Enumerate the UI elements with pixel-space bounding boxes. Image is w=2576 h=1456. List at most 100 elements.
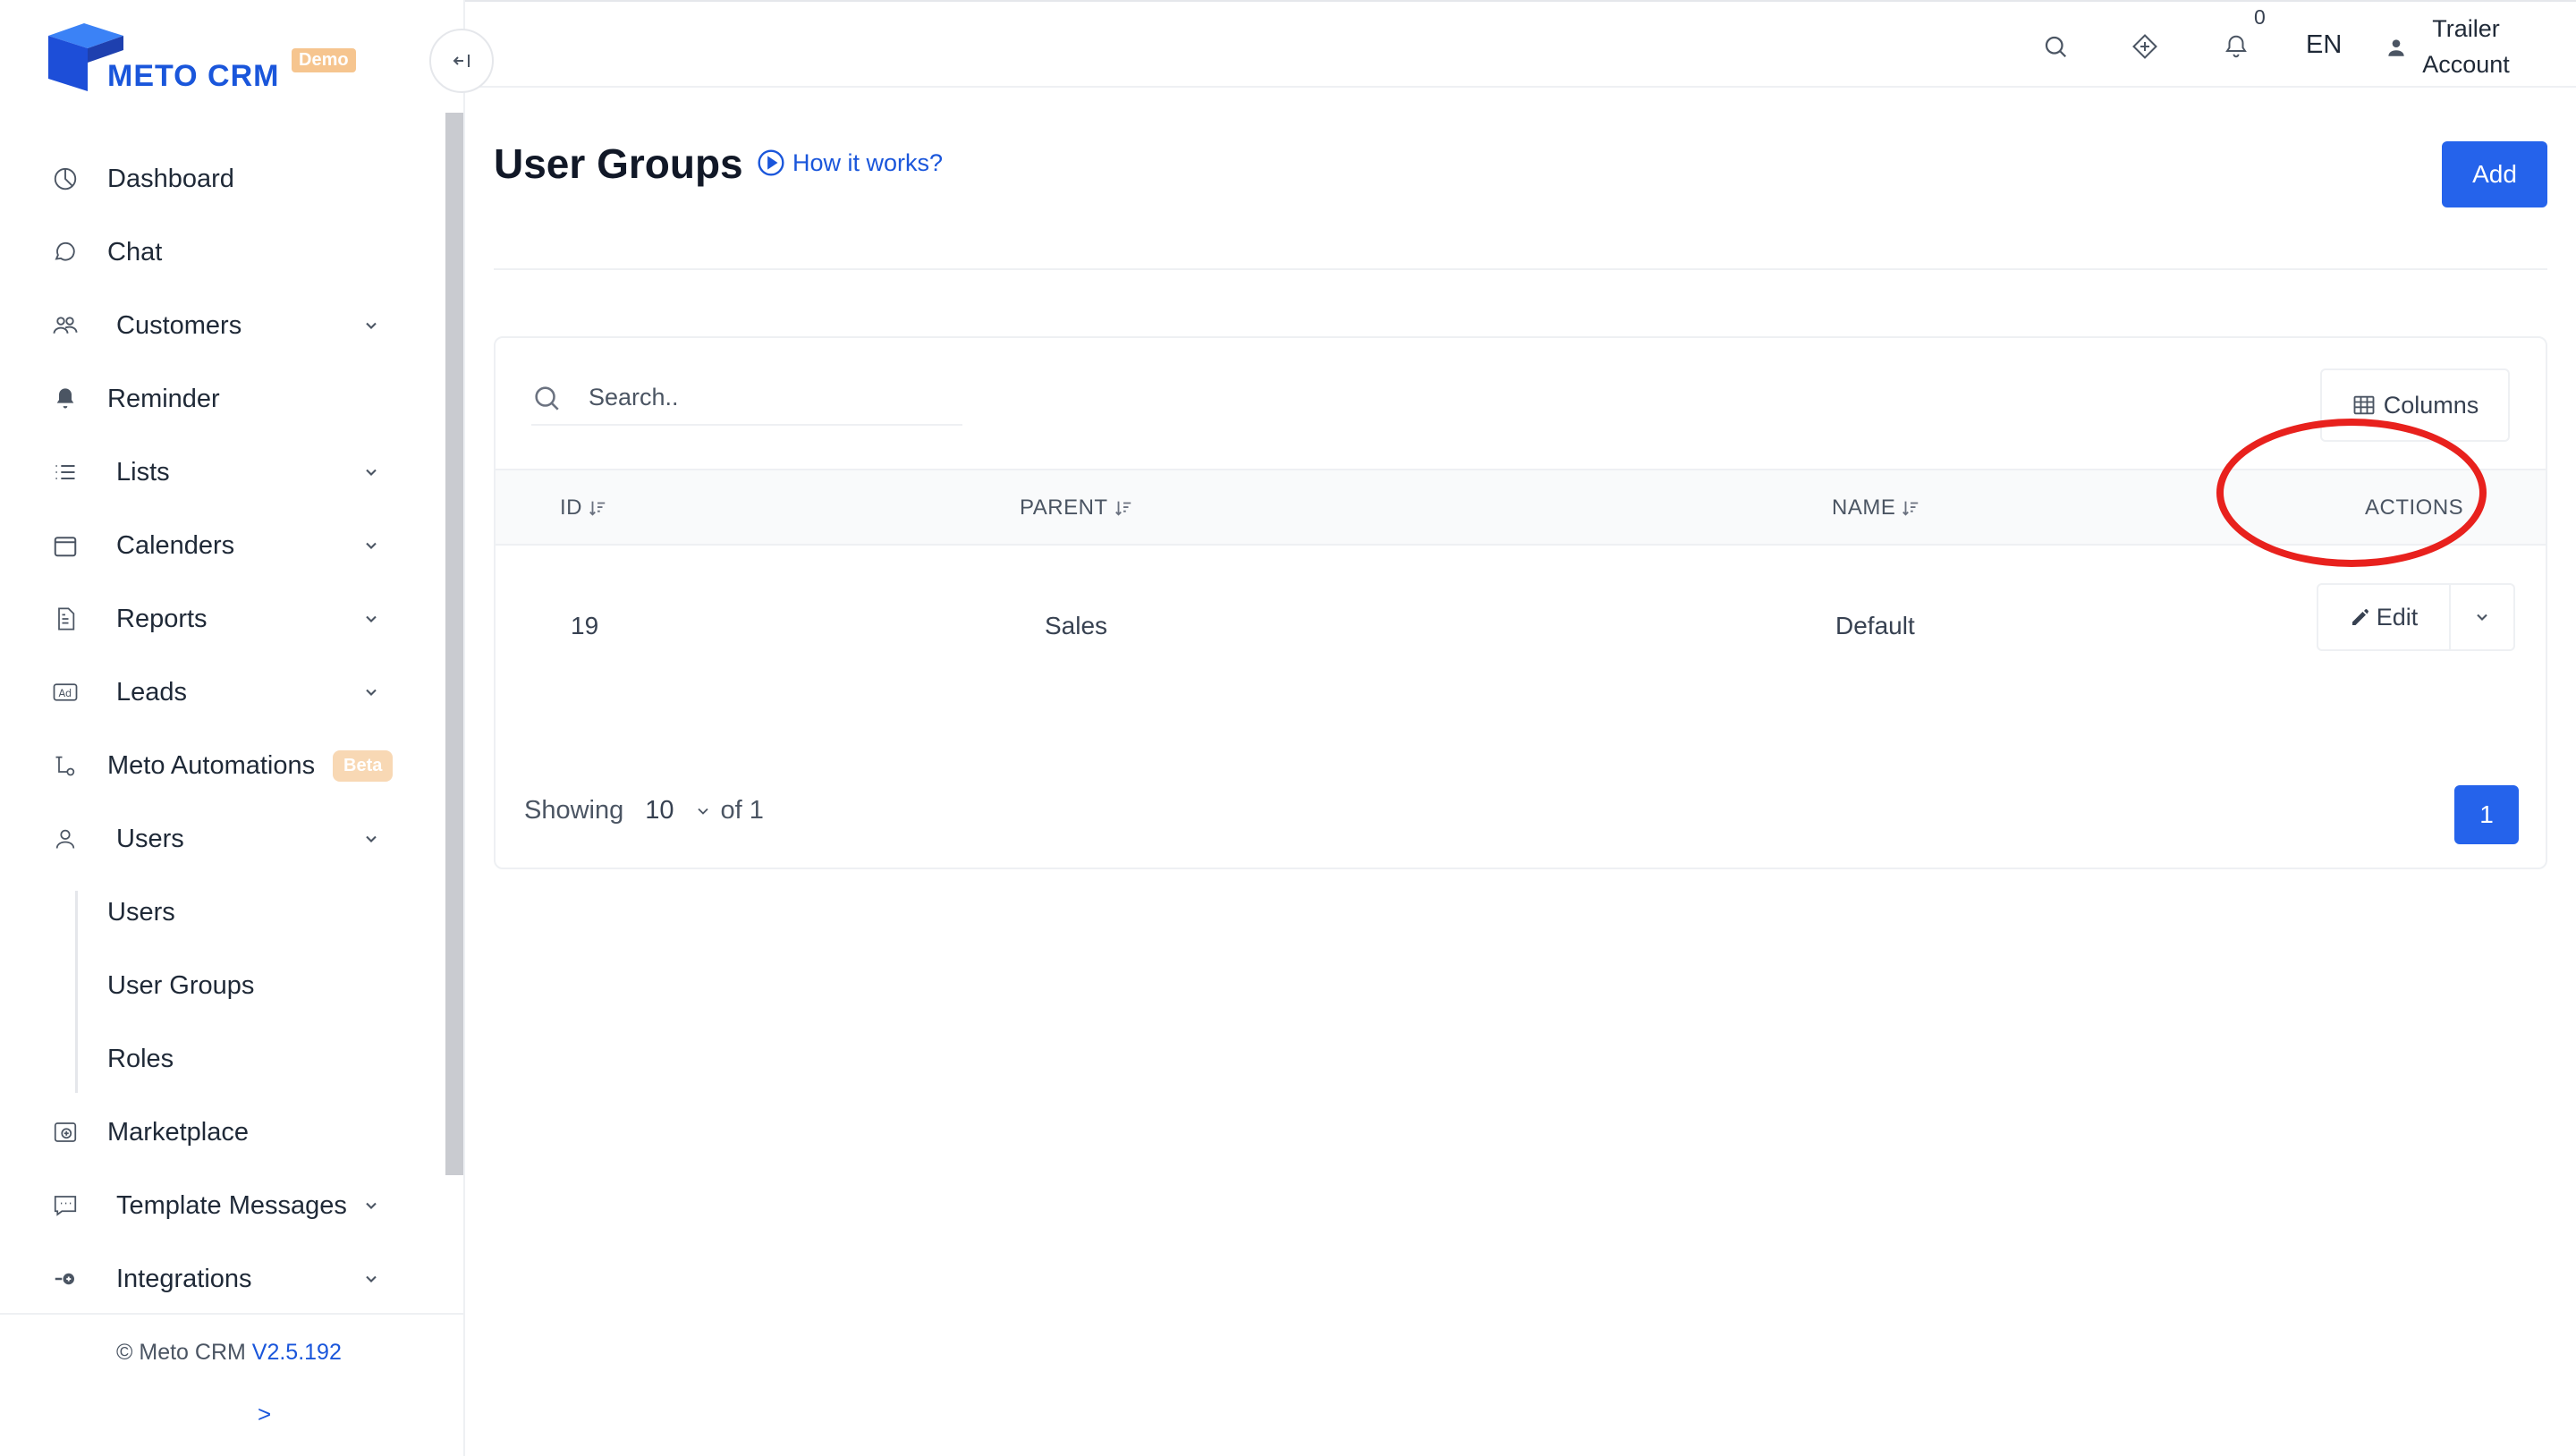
chevron-down-icon: [358, 1192, 385, 1219]
pencil-icon: [2351, 609, 2368, 625]
page-size-select[interactable]: 10: [645, 796, 674, 825]
sidebar-item-leads[interactable]: Ad Leads: [0, 665, 420, 719]
sidebar-item-label: Reminder: [107, 384, 220, 413]
marketplace-icon: [50, 1117, 80, 1147]
sidebar-expand-button[interactable]: >: [258, 1401, 271, 1428]
sidebar-item-label: Lists: [116, 457, 170, 487]
page-title: User Groups: [494, 140, 743, 187]
sidebar-item-marketplace[interactable]: Marketplace: [0, 1105, 420, 1159]
sidebar-item-label: Chat: [107, 237, 163, 267]
sidebar-item-lists[interactable]: Lists: [0, 445, 420, 499]
sidebar-item-label: Roles: [107, 1044, 174, 1073]
chevron-down-icon: [2477, 614, 2487, 621]
brand-name: METO CRM: [107, 59, 280, 93]
integration-diamond-icon[interactable]: [2127, 29, 2163, 64]
pagination-page-button[interactable]: 1: [2454, 785, 2519, 844]
calendar-icon: [50, 530, 80, 561]
search-icon: [535, 386, 559, 411]
sidebar-collapse-button[interactable]: [429, 29, 494, 93]
sidebar: METO CRM Demo Dashboard Chat Customers R…: [0, 0, 465, 1456]
header-divider: [494, 268, 2547, 270]
ad-icon: Ad: [50, 677, 80, 707]
sidebar-item-users[interactable]: Users: [0, 812, 420, 866]
sidebar-item-label: User Groups: [107, 970, 255, 1000]
sidebar-item-dashboard[interactable]: Dashboard: [0, 152, 420, 206]
column-header-label: ACTIONS: [2365, 495, 2464, 520]
sidebar-item-integrations[interactable]: Integrations: [0, 1252, 420, 1306]
actions-dropdown-toggle[interactable]: [2451, 585, 2513, 649]
sidebar-item-reports[interactable]: Reports: [0, 592, 420, 646]
search-icon[interactable]: [2038, 29, 2073, 64]
add-button[interactable]: Add: [2442, 141, 2547, 207]
chevron-down-icon: [358, 532, 385, 559]
sidebar-subitem-roles[interactable]: Roles: [0, 1032, 420, 1086]
sort-icon: [589, 501, 606, 516]
sort-icon: [1114, 501, 1131, 516]
table-footer: Showing 10 of 1 1: [496, 785, 2546, 848]
sidebar-item-reminder[interactable]: Reminder: [0, 372, 420, 426]
customers-icon: [50, 310, 80, 341]
sidebar-item-label: Meto Automations: [107, 750, 316, 780]
how-it-works-link[interactable]: How it works?: [757, 148, 943, 177]
sidebar-item-label: Users: [107, 897, 175, 927]
table-header: ID PARENT NAME ACTIONS: [496, 469, 2546, 546]
language-switcher[interactable]: EN: [2306, 30, 2342, 60]
bell-icon: [50, 384, 80, 414]
column-header-name[interactable]: NAME: [1832, 495, 1920, 521]
account-menu[interactable]: Trailer Account: [2385, 11, 2572, 82]
user-groups-table-card: Columns ID PARENT NAME ACTIONS 19 Sales …: [494, 336, 2547, 869]
sidebar-item-automations[interactable]: Meto Automations Beta: [0, 739, 420, 792]
dashboard-icon: [50, 164, 80, 194]
column-header-parent[interactable]: PARENT: [1020, 495, 1133, 521]
main-content: User Groups How it works? Add Columns ID…: [465, 89, 2576, 1456]
chevron-down-icon: [358, 679, 385, 706]
sidebar-subitem-users[interactable]: Users: [0, 885, 420, 939]
column-header-id[interactable]: ID: [560, 495, 607, 521]
sidebar-item-template-messages[interactable]: Template Messages: [0, 1179, 420, 1232]
account-name: Trailer Account: [2417, 11, 2515, 82]
user-icon: [50, 824, 80, 854]
account-name-line2: Account: [2422, 51, 2510, 78]
search-input[interactable]: [589, 377, 946, 417]
message-icon: [50, 1190, 80, 1221]
report-icon: [50, 604, 80, 634]
columns-label: Columns: [2383, 391, 2479, 419]
automation-icon: [50, 750, 80, 781]
chevron-down-icon: [358, 459, 385, 486]
column-header-actions: ACTIONS: [2365, 495, 2463, 521]
table-row: 19 Sales Default Edit: [496, 546, 2546, 707]
edit-label: Edit: [2376, 603, 2419, 631]
user-icon: [2388, 39, 2404, 56]
column-header-label: PARENT: [1020, 495, 1108, 520]
submenu-guide-line: [75, 891, 78, 1093]
cell-id: 19: [571, 612, 599, 639]
sidebar-item-label: Leads: [116, 677, 188, 707]
total-pages-label: of 1: [720, 796, 764, 825]
chevron-down-icon: [358, 605, 385, 632]
brand-logo[interactable]: METO CRM Demo: [48, 23, 370, 95]
row-actions: Edit: [2317, 583, 2515, 651]
sidebar-footer: © Meto CRM V2.5.192 >: [0, 1313, 463, 1456]
column-header-label: NAME: [1832, 495, 1896, 520]
integration-icon: [50, 1264, 80, 1294]
edit-button[interactable]: Edit: [2318, 585, 2451, 649]
beta-badge: Beta: [333, 749, 394, 782]
list-icon: [50, 457, 80, 487]
version-link[interactable]: V2.5.192: [252, 1340, 342, 1365]
sidebar-item-customers[interactable]: Customers: [0, 299, 420, 352]
sidebar-subitem-user-groups[interactable]: User Groups: [0, 959, 420, 1012]
sidebar-scrollbar[interactable]: [445, 113, 463, 1175]
table-search: [531, 370, 962, 426]
notification-bell-icon[interactable]: [2218, 29, 2254, 64]
notification-count: 0: [2254, 5, 2266, 29]
columns-button[interactable]: Columns: [2320, 368, 2510, 442]
showing-label: Showing: [524, 796, 624, 825]
account-name-line1: Trailer: [2432, 15, 2500, 42]
cell-parent: Sales: [1045, 612, 1108, 639]
chevron-down-icon[interactable]: [694, 802, 712, 820]
sidebar-item-calenders[interactable]: Calenders: [0, 519, 420, 572]
sidebar-item-chat[interactable]: Chat: [0, 225, 420, 279]
pagination-info: Showing 10 of 1: [524, 796, 764, 825]
table-grid-icon: [2353, 395, 2375, 415]
svg-text:Ad: Ad: [59, 688, 72, 699]
